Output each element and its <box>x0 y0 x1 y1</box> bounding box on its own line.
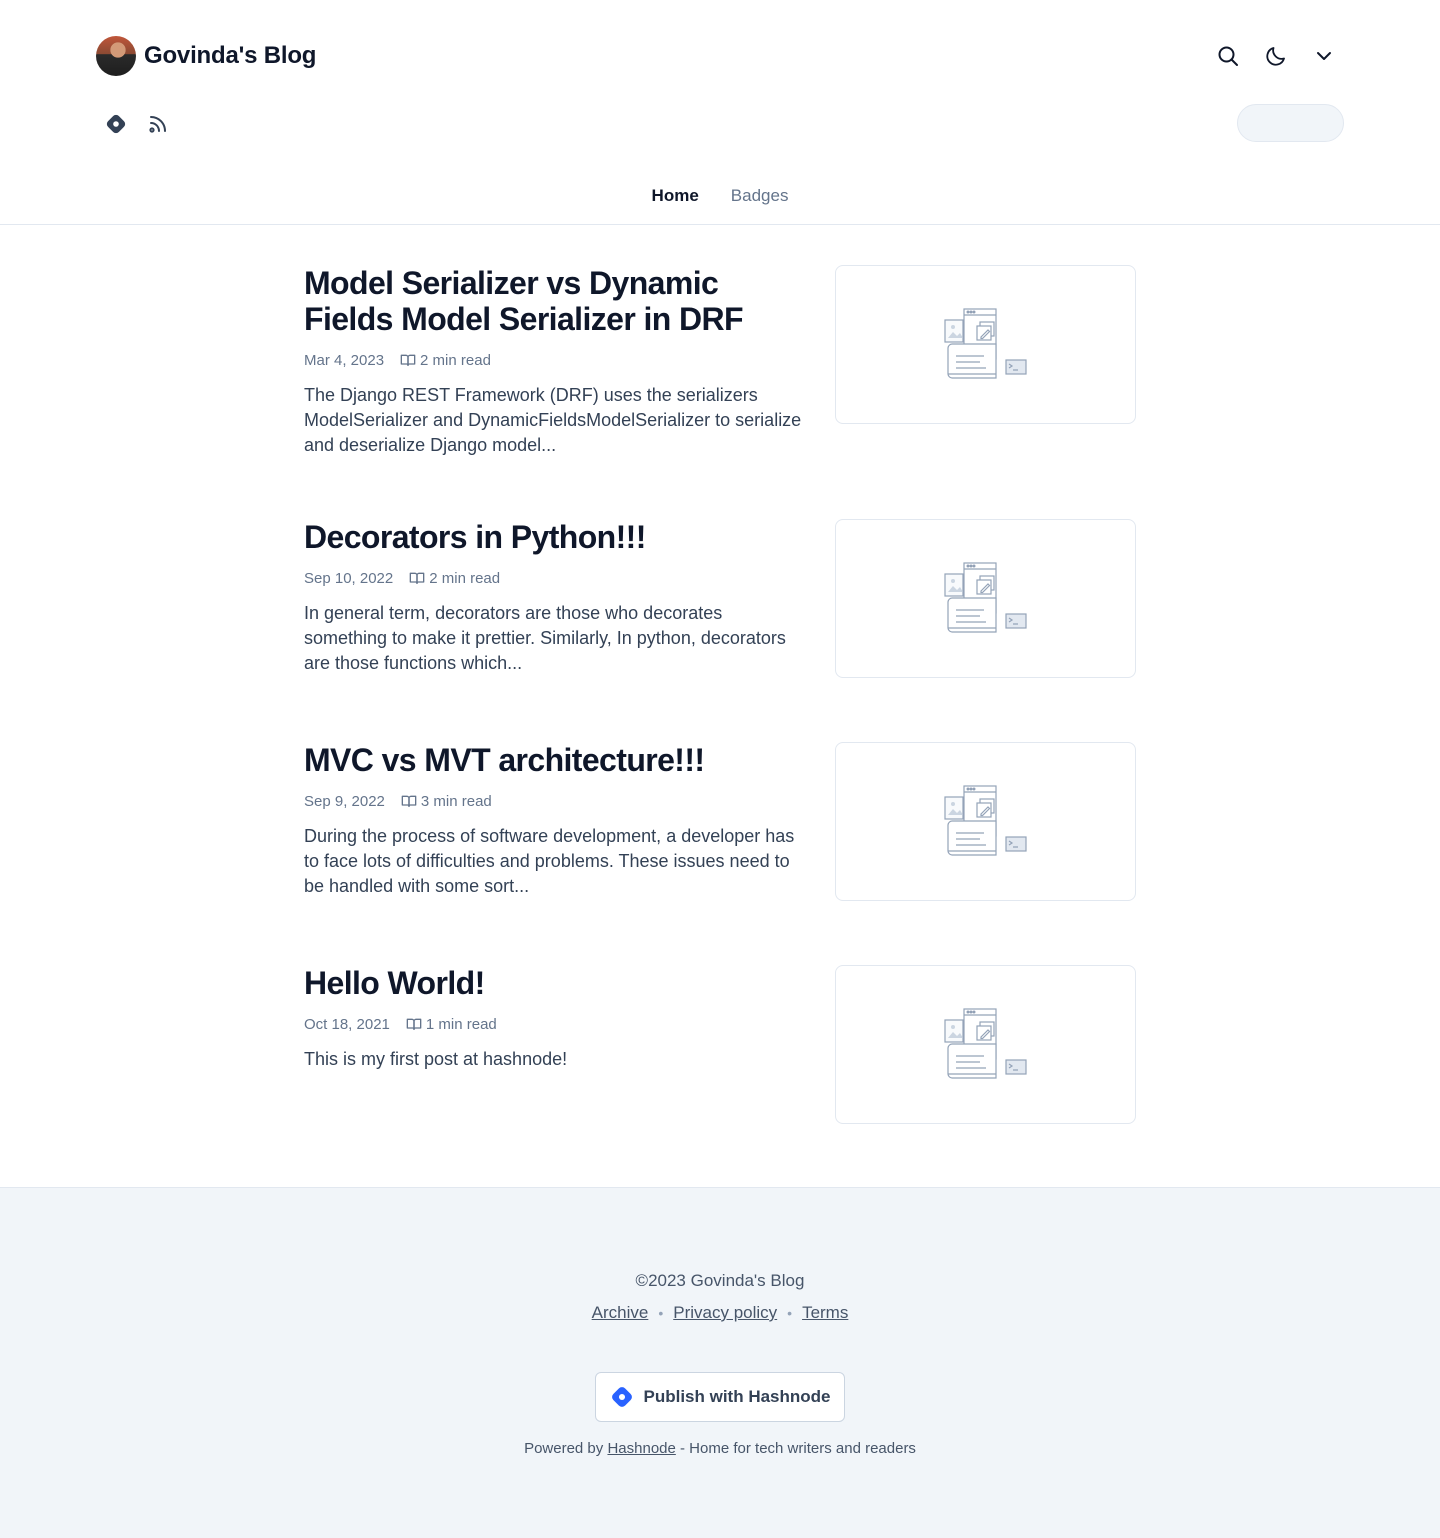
hashnode-logo-icon <box>612 1387 633 1407</box>
blog-nav: Home Badges <box>0 186 1440 206</box>
header-actions <box>1204 32 1348 80</box>
rss-icon <box>149 116 166 133</box>
post-meta: Oct 18, 2021 1 min read <box>304 1013 804 1035</box>
post-body: Decorators in Python!!! Sep 10, 2022 2 m… <box>304 519 804 676</box>
privacy-policy-link[interactable]: Privacy policy <box>673 1303 777 1323</box>
hashnode-profile-link[interactable] <box>96 104 136 144</box>
post-meta: Sep 9, 2022 3 min read <box>304 790 804 812</box>
post-cover-image[interactable] <box>835 742 1136 901</box>
image-placeholder-icon <box>943 1007 1027 1079</box>
post-title[interactable]: Decorators in Python!!! <box>304 519 804 555</box>
separator-dot: • <box>658 1305 664 1321</box>
follow-button-placeholder[interactable] <box>1237 104 1344 142</box>
post-excerpt[interactable]: The Django REST Framework (DRF) uses the… <box>304 383 804 458</box>
book-icon <box>401 795 417 807</box>
search-button[interactable] <box>1204 32 1252 80</box>
image-placeholder-icon <box>943 784 1027 856</box>
powered-suffix: - Home for tech writers and readers <box>680 1440 916 1457</box>
terms-link[interactable]: Terms <box>802 1303 848 1323</box>
post-date[interactable]: Mar 4, 2023 <box>304 352 384 369</box>
separator-dot: • <box>787 1305 793 1321</box>
image-placeholder-icon <box>943 307 1027 379</box>
nav-item-home[interactable]: Home <box>652 186 699 206</box>
rss-feed-link[interactable] <box>138 104 178 144</box>
post-read-time: 1 min read <box>425 1015 497 1033</box>
post-read-time: 3 min read <box>420 792 492 810</box>
post-cover-image[interactable] <box>835 265 1136 424</box>
book-icon <box>406 1018 422 1030</box>
post-meta: Sep 10, 2022 2 min read <box>304 567 804 589</box>
image-placeholder-icon <box>943 561 1027 633</box>
footer-links: Archive • Privacy policy • Terms <box>0 1303 1440 1323</box>
site-footer: ©2023 Govinda's Blog Archive • Privacy p… <box>0 1187 1440 1538</box>
blog-title[interactable]: Govinda's Blog <box>144 42 316 70</box>
post-date[interactable]: Sep 10, 2022 <box>304 570 393 587</box>
post-cover-image[interactable] <box>835 965 1136 1124</box>
post-read-time: 2 min read <box>420 351 491 369</box>
blog-brand[interactable]: Govinda's Blog <box>96 36 316 76</box>
book-icon <box>409 572 425 584</box>
hashnode-link[interactable]: Hashnode <box>607 1440 675 1457</box>
post-body: MVC vs MVT architecture!!! Sep 9, 2022 3… <box>304 742 804 899</box>
post-body: Hello World! Oct 18, 2021 1 min read Thi… <box>304 965 804 1072</box>
book-icon <box>400 354 416 366</box>
post-title[interactable]: Hello World! <box>304 965 804 1001</box>
nav-item-badges[interactable]: Badges <box>731 186 789 206</box>
moon-icon <box>1266 47 1285 66</box>
menu-dropdown-button[interactable] <box>1300 32 1348 80</box>
site-header: Govinda's Blog Home Badges <box>0 0 1440 225</box>
author-avatar[interactable] <box>96 36 136 76</box>
search-icon <box>1218 46 1238 66</box>
post-read-time: 2 min read <box>429 569 501 587</box>
post-cover-image[interactable] <box>835 519 1136 678</box>
social-links <box>96 104 178 144</box>
theme-toggle-button[interactable] <box>1252 32 1300 80</box>
post-excerpt[interactable]: This is my first post at hashnode! <box>304 1047 804 1072</box>
publish-with-hashnode-button[interactable]: Publish with Hashnode <box>595 1372 845 1422</box>
hashnode-icon <box>106 114 126 134</box>
powered-prefix: Powered by <box>524 1440 604 1457</box>
copyright-text: ©2023 Govinda's Blog <box>635 1271 805 1290</box>
post-title[interactable]: MVC vs MVT architecture!!! <box>304 742 804 778</box>
post-date[interactable]: Oct 18, 2021 <box>304 1016 390 1033</box>
post-meta: Mar 4, 2023 2 min read <box>304 349 804 371</box>
chevron-down-icon <box>1317 52 1331 60</box>
powered-by-text: Powered by Hashnode - Home for tech writ… <box>0 1440 1440 1457</box>
post-excerpt[interactable]: During the process of software developme… <box>304 824 804 899</box>
publish-label: Publish with Hashnode <box>643 1387 831 1406</box>
archive-link[interactable]: Archive <box>592 1303 649 1323</box>
post-excerpt[interactable]: In general term, decorators are those wh… <box>304 601 804 676</box>
post-date[interactable]: Sep 9, 2022 <box>304 793 385 810</box>
post-title[interactable]: Model Serializer vs Dynamic Fields Model… <box>304 265 804 337</box>
post-body: Model Serializer vs Dynamic Fields Model… <box>304 265 804 458</box>
